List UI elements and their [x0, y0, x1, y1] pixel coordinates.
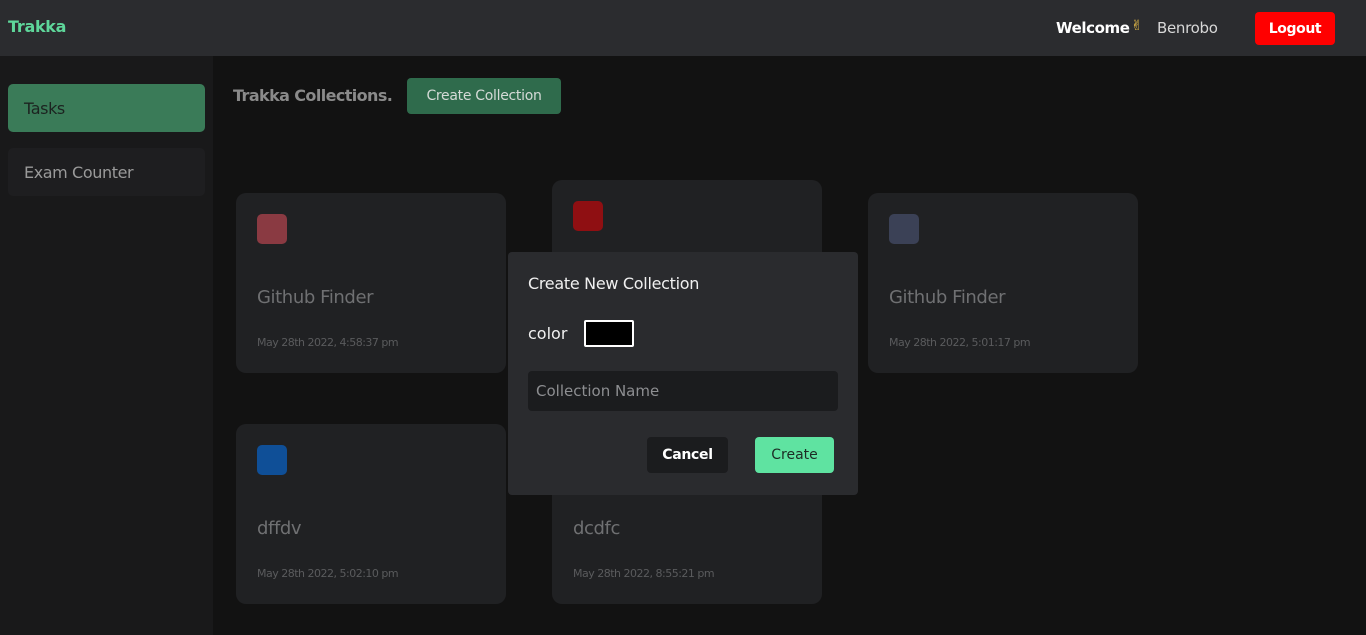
victory-hand-icon: ✌ [1131, 18, 1143, 34]
collection-date: May 28th 2022, 4:58:37 pm [257, 336, 399, 349]
create-collection-button[interactable]: Create Collection [407, 78, 561, 114]
collection-color-swatch [889, 214, 919, 244]
logout-button[interactable]: Logout [1255, 12, 1335, 45]
create-button[interactable]: Create [755, 437, 834, 473]
modal-title: Create New Collection [528, 274, 700, 293]
cancel-button[interactable]: Cancel [647, 437, 728, 473]
collection-name: Github Finder [257, 287, 374, 308]
sidebar-item-exam-counter[interactable]: Exam Counter [8, 148, 205, 196]
collection-name: dcdfc [573, 518, 620, 539]
collection-date: May 28th 2022, 5:02:10 pm [257, 567, 399, 580]
top-navbar: Trakka Welcome ✌ Benrobo Logout [0, 0, 1366, 56]
create-collection-modal: Create New Collection color Cancel Creat… [508, 252, 858, 495]
sidebar: Tasks Exam Counter [0, 56, 213, 635]
username-label: Benrobo [1157, 19, 1218, 37]
color-picker-input[interactable] [584, 320, 634, 347]
collection-color-swatch [257, 214, 287, 244]
color-label: color [528, 324, 568, 343]
collection-date: May 28th 2022, 8:55:21 pm [573, 567, 715, 580]
collection-color-swatch [257, 445, 287, 475]
collection-color-swatch [573, 201, 603, 231]
page-title: Trakka Collections. [233, 86, 393, 105]
collection-name-input[interactable] [528, 371, 838, 411]
sidebar-item-label: Exam Counter [24, 162, 134, 182]
collection-card[interactable]: Github Finder May 28th 2022, 4:58:37 pm [236, 193, 506, 373]
app-brand-logo[interactable]: Trakka [8, 17, 66, 36]
welcome-label: Welcome [1056, 19, 1130, 37]
collection-card[interactable]: Github Finder May 28th 2022, 5:01:17 pm [868, 193, 1138, 373]
collection-name: dffdv [257, 518, 302, 539]
collection-date: May 28th 2022, 5:01:17 pm [889, 336, 1031, 349]
sidebar-item-tasks[interactable]: Tasks [8, 84, 205, 132]
collection-card[interactable]: dffdv May 28th 2022, 5:02:10 pm [236, 424, 506, 604]
sidebar-item-label: Tasks [24, 98, 65, 118]
collection-name: Github Finder [889, 287, 1006, 308]
